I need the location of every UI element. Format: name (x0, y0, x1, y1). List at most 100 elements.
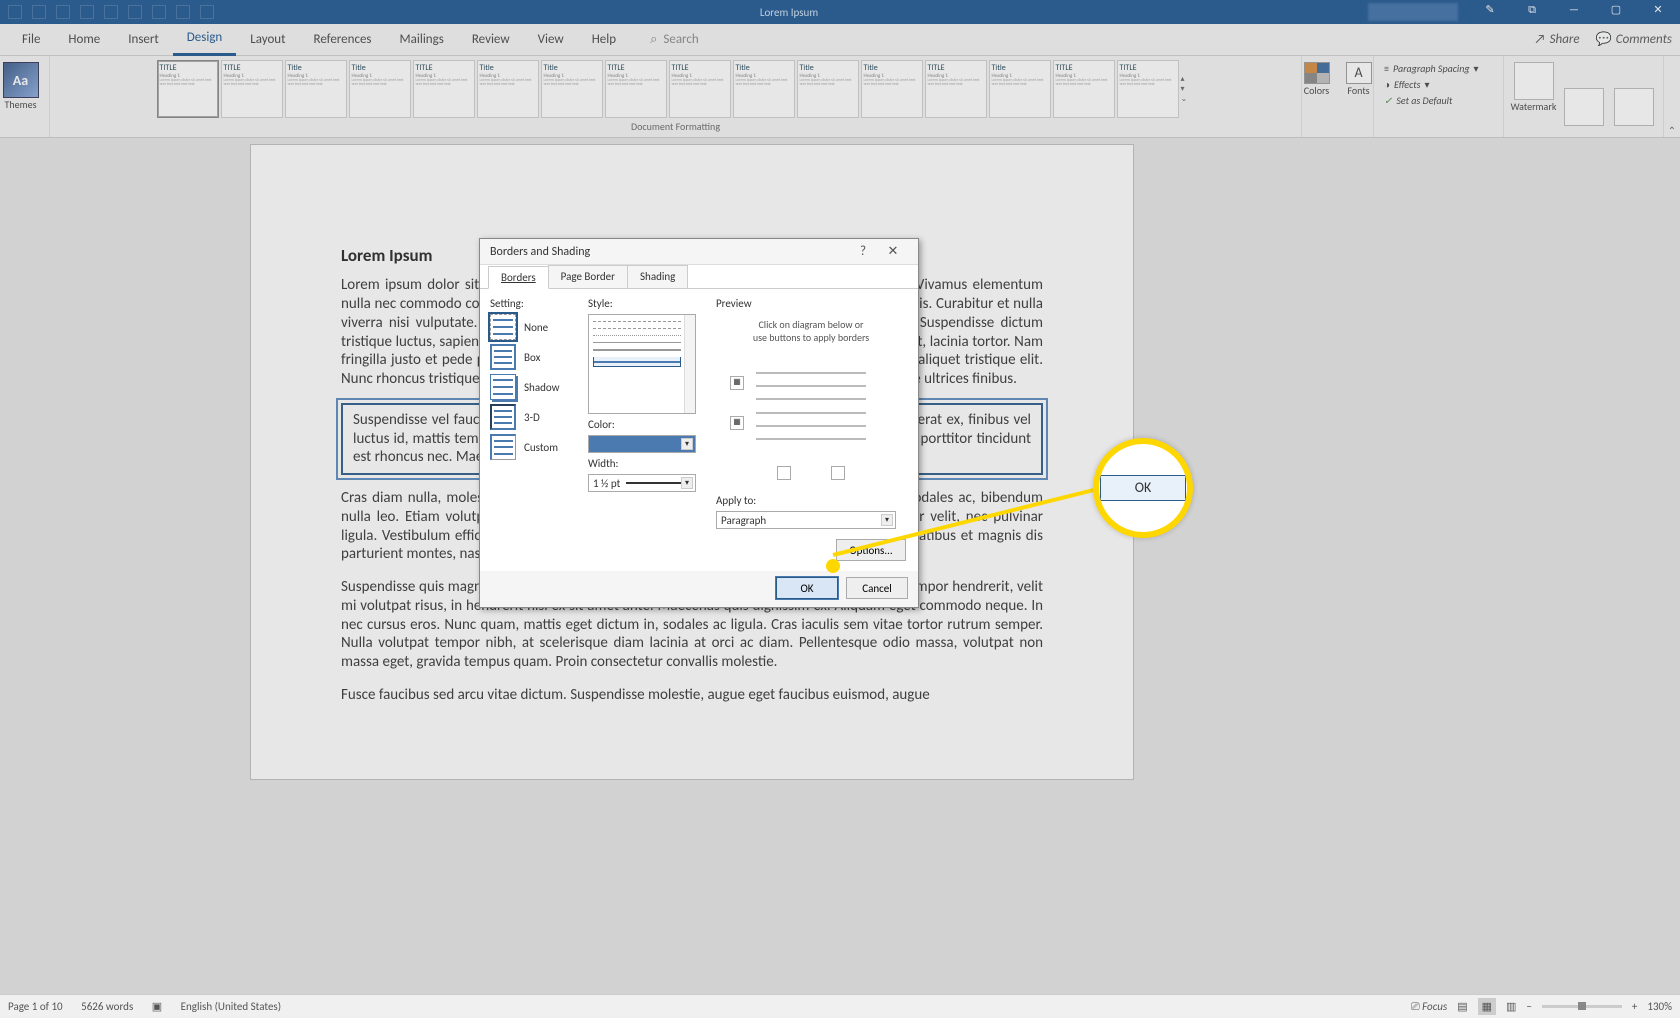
word-count[interactable]: 5626 words (81, 1000, 133, 1013)
zoom-in-button[interactable]: + (1632, 1000, 1637, 1013)
brush-icon[interactable] (152, 5, 166, 19)
style-card[interactable]: TitleHeading 1Lorem ipsum dolor sit amet… (477, 60, 539, 118)
cancel-button[interactable]: Cancel (846, 577, 908, 599)
zoom-slider[interactable] (1542, 1005, 1622, 1008)
style-card[interactable]: TITLEHeading 1Lorem ipsum dolor sit amet… (157, 60, 219, 118)
zoom-value[interactable]: 130% (1647, 1000, 1672, 1013)
style-card[interactable]: TITLEHeading 1Lorem ipsum dolor sit amet… (1053, 60, 1115, 118)
style-card[interactable]: TitleHeading 1Lorem ipsum dolor sit amet… (861, 60, 923, 118)
qat-more-icon[interactable] (200, 5, 214, 19)
collapse-ribbon-button[interactable]: ⌃ (1664, 56, 1680, 137)
para-spacing-button[interactable]: ≡ Paragraph Spacing ▾ (1384, 62, 1499, 75)
search-placeholder: Search (663, 32, 698, 47)
pilcrow-icon[interactable] (128, 5, 142, 19)
ok-button[interactable]: OK (776, 577, 838, 599)
ribbon-toggle-icon[interactable]: ⧉ (1518, 3, 1546, 21)
preview-hint: Click on diagram below or use buttons to… (716, 318, 906, 344)
style-card[interactable]: TITLEHeading 1Lorem ipsum dolor sit amet… (605, 60, 667, 118)
border-bottom-button[interactable]: ▦ (730, 416, 744, 430)
style-card[interactable]: TitleHeading 1Lorem ipsum dolor sit amet… (349, 60, 411, 118)
tab-help[interactable]: Help (578, 24, 630, 56)
preview-label: Preview (716, 297, 906, 310)
style-card[interactable]: TITLEHeading 1Lorem ipsum dolor sit amet… (1117, 60, 1179, 118)
tab-design[interactable]: Design (173, 24, 236, 56)
proofing-icon[interactable]: ▣ (152, 1000, 162, 1013)
setting-none[interactable]: None (490, 314, 578, 340)
pen-icon[interactable]: ✎ (1476, 3, 1504, 21)
tab-borders[interactable]: Borders (488, 266, 549, 289)
focus-mode[interactable]: ⎚ Focus (1411, 1000, 1447, 1014)
tab-shading[interactable]: Shading (627, 265, 688, 288)
view-web-icon[interactable]: ▥ (1506, 1000, 1516, 1013)
style-card[interactable]: TITLEHeading 1Lorem ipsum dolor sit amet… (221, 60, 283, 118)
style-gallery[interactable]: TITLEHeading 1Lorem ipsum dolor sit amet… (157, 58, 1195, 120)
border-right-button[interactable] (831, 466, 845, 480)
doc-formatting-group: TITLEHeading 1Lorem ipsum dolor sit amet… (50, 56, 1302, 137)
style-card[interactable]: TITLEHeading 1Lorem ipsum dolor sit amet… (925, 60, 987, 118)
view-read-icon[interactable]: ▤ (1457, 1000, 1467, 1013)
setting-box[interactable]: Box (490, 344, 578, 370)
style-column: Style: Color: ▾ Width: 1 ½ pt ▾ (588, 297, 706, 561)
preview-diagram[interactable]: ▦ ▦ (726, 356, 896, 456)
paragraph: Fusce faucibus sed arcu vitae dictum. Su… (341, 686, 1043, 705)
fonts-button[interactable]: A Fonts (1341, 62, 1377, 98)
setting-3d[interactable]: 3-D (490, 404, 578, 430)
callout-dot (826, 559, 840, 573)
set-default-button[interactable]: ✓ Set as Default (1384, 94, 1499, 107)
undo-icon[interactable] (32, 5, 46, 19)
width-dropdown[interactable]: 1 ½ pt ▾ (588, 474, 696, 492)
style-list[interactable] (588, 314, 696, 414)
style-label: Style: (588, 297, 706, 310)
colors-fonts-group: Colors A Fonts (1302, 56, 1374, 137)
page-borders-icon (1614, 88, 1654, 126)
dialog-help-button[interactable]: ? (848, 244, 878, 259)
style-card[interactable]: TitleHeading 1Lorem ipsum dolor sit amet… (989, 60, 1051, 118)
style-gallery-more[interactable]: ▴▾⌄ (1181, 60, 1195, 118)
style-card[interactable]: TitleHeading 1Lorem ipsum dolor sit amet… (733, 60, 795, 118)
share-button[interactable]: ↗ Share (1534, 32, 1579, 47)
search-box[interactable]: ⌕ Search (650, 32, 699, 47)
colors-button[interactable]: Colors (1299, 62, 1335, 98)
themes-button[interactable]: Aa Themes (3, 58, 39, 111)
style-card[interactable]: TitleHeading 1Lorem ipsum dolor sit amet… (541, 60, 603, 118)
tab-references[interactable]: References (300, 24, 386, 56)
tab-home[interactable]: Home (54, 24, 114, 56)
tab-view[interactable]: View (524, 24, 578, 56)
spacing-group: ≡ Paragraph Spacing ▾ ◑ Effects ▾ ✓ Set … (1374, 56, 1504, 137)
maximize-button[interactable]: ▢ (1602, 3, 1630, 21)
tab-file[interactable]: File (8, 24, 54, 56)
border-left-button[interactable] (777, 466, 791, 480)
table-icon[interactable] (80, 5, 94, 19)
minimize-button[interactable]: — (1560, 3, 1588, 21)
style-card[interactable]: TITLEHeading 1Lorem ipsum dolor sit amet… (413, 60, 475, 118)
tab-review[interactable]: Review (458, 24, 524, 56)
dialog-close-button[interactable]: ✕ (878, 244, 908, 259)
tab-mailings[interactable]: Mailings (386, 24, 458, 56)
view-print-icon[interactable]: ▦ (1478, 998, 1496, 1015)
themes-icon: Aa (3, 62, 39, 98)
color-dropdown[interactable]: ▾ (588, 435, 696, 453)
setting-custom[interactable]: Custom (490, 434, 578, 460)
open-icon[interactable] (56, 5, 70, 19)
comments-button[interactable]: 💬 Comments (1596, 32, 1672, 47)
tab-layout[interactable]: Layout (236, 24, 299, 56)
tab-page-border[interactable]: Page Border (548, 265, 628, 288)
apply-to-dropdown[interactable]: Paragraph▾ (716, 511, 896, 529)
width-label: Width: (588, 457, 706, 470)
setting-shadow[interactable]: Shadow (490, 374, 578, 400)
watermark-button[interactable]: Watermark (1510, 58, 1558, 113)
layout-icon[interactable] (104, 5, 118, 19)
language-status[interactable]: English (United States) (181, 1000, 281, 1013)
close-button[interactable]: ✕ (1644, 3, 1672, 21)
style-card[interactable]: TitleHeading 1Lorem ipsum dolor sit amet… (797, 60, 859, 118)
zoom-out-button[interactable]: − (1526, 1000, 1531, 1013)
tab-insert[interactable]: Insert (114, 24, 173, 56)
scrollbar[interactable] (684, 315, 695, 413)
style-card[interactable]: TitleHeading 1Lorem ipsum dolor sit amet… (285, 60, 347, 118)
page-count[interactable]: Page 1 of 10 (8, 1000, 63, 1013)
effects-button[interactable]: ◑ Effects ▾ (1384, 78, 1499, 91)
save-icon[interactable] (8, 5, 22, 19)
page-icon[interactable] (176, 5, 190, 19)
border-top-button[interactable]: ▦ (730, 376, 744, 390)
style-card[interactable]: TITLEHeading 1Lorem ipsum dolor sit amet… (669, 60, 731, 118)
